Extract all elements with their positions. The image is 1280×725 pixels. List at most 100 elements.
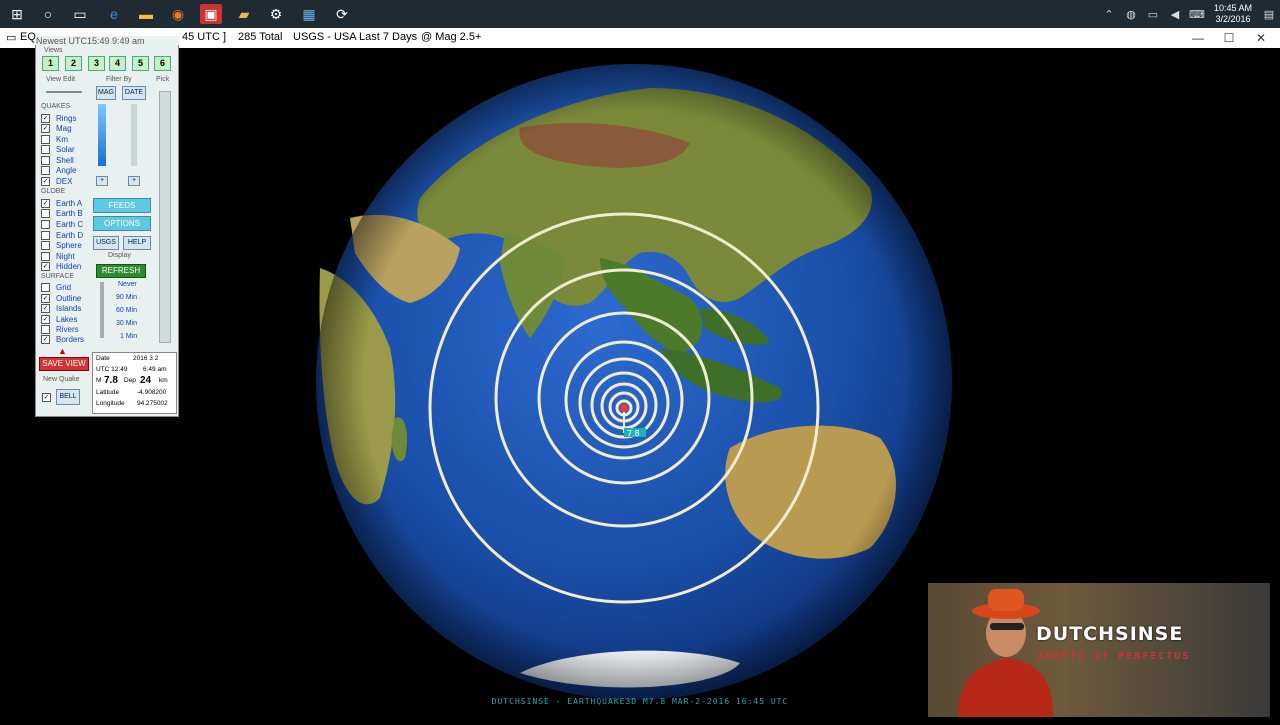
blue-app-icon[interactable]: ▦ <box>298 4 320 24</box>
folder-icon[interactable]: ▰ <box>233 4 255 24</box>
checkbox-label: Sphere <box>56 240 82 250</box>
refresh-app-icon[interactable]: ⟳ <box>331 4 353 24</box>
edge-browser-icon[interactable]: e <box>103 4 125 24</box>
view-edit-slider[interactable] <box>46 91 82 93</box>
surface-option-islands[interactable]: ✓ Islands <box>41 303 81 313</box>
checkbox-lakes[interactable]: ✓ <box>41 314 50 324</box>
bell-button[interactable]: BELL <box>56 389 80 405</box>
file-explorer-icon[interactable]: ▬ <box>135 4 157 24</box>
volume-icon[interactable]: ◀ <box>1167 6 1183 22</box>
checkbox-earth-b[interactable] <box>41 208 50 218</box>
view-button-3[interactable]: 3 <box>88 56 105 71</box>
feeds-button[interactable]: FEEDS <box>93 198 151 213</box>
chevron-up-icon[interactable]: ⌃ <box>1101 6 1117 22</box>
pick-slider[interactable] <box>159 91 171 343</box>
cortana-circle-icon[interactable]: ○ <box>37 4 59 24</box>
display-slider[interactable] <box>100 282 104 338</box>
display-90-min[interactable]: 90 Min <box>116 294 137 301</box>
minimize-button[interactable]: — <box>1183 29 1213 47</box>
surface-option-borders[interactable]: ✓ Borders <box>41 334 84 344</box>
display-30-min[interactable]: 30 Min <box>116 320 137 327</box>
view-button-1[interactable]: 1 <box>42 56 59 71</box>
checkbox-night[interactable] <box>41 251 50 261</box>
mag-filter-button[interactable]: MAG <box>96 86 116 100</box>
keyboard-icon[interactable]: ⌨ <box>1189 6 1205 22</box>
display-never[interactable]: Never <box>118 281 137 288</box>
checkbox-rings[interactable]: ✓ <box>41 113 50 123</box>
view-button-6[interactable]: 6 <box>154 56 171 71</box>
clock-time: 10:45 AM <box>1213 3 1253 13</box>
notification-icon[interactable]: ▤ <box>1261 6 1277 22</box>
checkbox-rivers[interactable] <box>41 324 50 334</box>
date-plus-button[interactable]: + <box>128 176 140 186</box>
surface-option-rivers[interactable]: Rivers <box>41 324 79 334</box>
task-view-icon[interactable]: ▭ <box>69 4 91 24</box>
checkbox-label: Earth B <box>56 208 83 218</box>
globe-option-earth-a[interactable]: ✓ Earth A <box>41 198 82 208</box>
checkbox-earth-d[interactable] <box>41 230 50 240</box>
latitude-label: Latitude <box>96 389 120 396</box>
close-button[interactable]: ✕ <box>1246 29 1276 47</box>
maximize-button[interactable]: ☐ <box>1214 29 1244 47</box>
display-60-min[interactable]: 60 Min <box>116 307 137 314</box>
quake-option-mag[interactable]: ✓ Mag <box>41 123 72 133</box>
globe-option-earth-c[interactable]: Earth C <box>41 219 83 229</box>
checkbox-shell[interactable] <box>41 155 50 165</box>
checkbox-mag[interactable]: ✓ <box>41 123 50 133</box>
options-button[interactable]: OPTIONS <box>93 216 151 231</box>
mag-plus-button[interactable]: + <box>96 176 108 186</box>
new-quake-checkbox[interactable]: ✓ <box>42 393 51 402</box>
checkbox-label: Shell <box>56 155 74 165</box>
clock[interactable]: 10:45 AM 3/2/2016 <box>1208 3 1258 25</box>
magnitude-filter-bar[interactable] <box>98 104 106 166</box>
checkbox-grid[interactable] <box>41 282 50 292</box>
save-view-button[interactable]: SAVE VIEW <box>39 357 89 371</box>
settings-gear-icon[interactable]: ⚙ <box>265 4 287 24</box>
red-app-icon[interactable]: ▣ <box>200 4 222 24</box>
globe-option-hidden[interactable]: ✓ Hidden <box>41 261 81 271</box>
quake-option-dex[interactable]: ✓ DEX <box>41 176 72 186</box>
network-icon[interactable]: ◍ <box>1123 6 1139 22</box>
firefox-icon[interactable]: ◉ <box>167 4 189 24</box>
quake-option-shell[interactable]: Shell <box>41 155 74 165</box>
checkbox-islands[interactable]: ✓ <box>41 303 50 313</box>
date-filter-button[interactable]: DATE <box>122 86 146 100</box>
date-filter-bar[interactable] <box>131 104 137 166</box>
globe-option-night[interactable]: Night <box>41 251 75 261</box>
epicenter-marker[interactable] <box>620 404 628 412</box>
checkbox-borders[interactable]: ✓ <box>41 334 50 344</box>
display-1-min[interactable]: 1 Min <box>120 333 137 340</box>
monitor-icon[interactable]: ▭ <box>1145 6 1161 22</box>
surface-option-outline[interactable]: ✓ Outline <box>41 293 81 303</box>
view-button-5[interactable]: 5 <box>132 56 149 71</box>
usgs-button[interactable]: USGS <box>93 236 119 250</box>
checkbox-solar[interactable] <box>41 144 50 154</box>
surface-option-lakes[interactable]: ✓ Lakes <box>41 314 77 324</box>
checkbox-outline[interactable]: ✓ <box>41 293 50 303</box>
refresh-button[interactable]: REFRESH <box>96 264 146 278</box>
help-button[interactable]: HELP <box>123 236 151 250</box>
view-button-2[interactable]: 2 <box>65 56 82 71</box>
sunglasses <box>990 623 1024 630</box>
view-button-4[interactable]: 4 <box>109 56 126 71</box>
dep-unit: km <box>159 377 168 384</box>
quake-option-km[interactable]: Km <box>41 134 68 144</box>
checkbox-dex[interactable]: ✓ <box>41 176 50 186</box>
checkbox-angle[interactable] <box>41 165 50 175</box>
quake-option-angle[interactable]: Angle <box>41 165 76 175</box>
checkbox-label: Earth A <box>56 198 83 208</box>
checkbox-km[interactable] <box>41 134 50 144</box>
checkbox-sphere[interactable] <box>41 240 50 250</box>
checkbox-earth-c[interactable] <box>41 219 50 229</box>
checkbox-hidden[interactable]: ✓ <box>41 261 50 271</box>
globe-option-earth-d[interactable]: Earth D <box>41 230 83 240</box>
quake-option-solar[interactable]: Solar <box>41 144 75 154</box>
globe-option-earth-b[interactable]: Earth B <box>41 208 83 218</box>
red-jacket <box>958 658 1053 717</box>
windows-start-icon[interactable]: ⊞ <box>6 4 28 24</box>
checkbox-earth-a[interactable]: ✓ <box>41 198 50 208</box>
surface-option-grid[interactable]: Grid <box>41 282 71 292</box>
quake-option-rings[interactable]: ✓ Rings <box>41 113 76 123</box>
checkbox-label: DEX <box>56 176 73 186</box>
globe-option-sphere[interactable]: Sphere <box>41 240 82 250</box>
